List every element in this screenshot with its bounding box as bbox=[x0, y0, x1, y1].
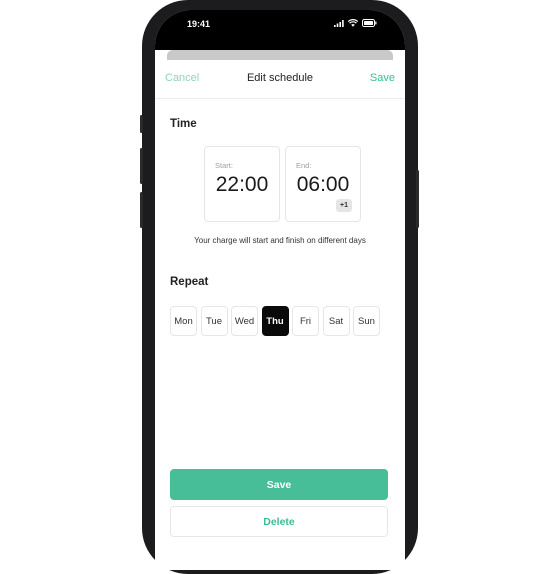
page-title: Edit schedule bbox=[246, 72, 314, 84]
day-toggle-wed[interactable]: Wed bbox=[231, 306, 258, 336]
day-toggle-sun[interactable]: Sun bbox=[353, 306, 380, 336]
background-sheet bbox=[167, 50, 393, 60]
phone-volume-up-button bbox=[140, 148, 143, 184]
start-time-picker[interactable]: Start: 22:00 bbox=[204, 146, 280, 222]
day-toggle-fri[interactable]: Fri bbox=[292, 306, 319, 336]
status-icons bbox=[334, 19, 377, 27]
repeat-section-title: Repeat bbox=[170, 276, 209, 288]
signal-icon bbox=[334, 20, 344, 27]
end-time-value: 06:00 bbox=[296, 173, 350, 196]
notch bbox=[232, 10, 328, 34]
battery-icon bbox=[362, 19, 377, 27]
end-time-label: End: bbox=[296, 161, 312, 170]
day-toggle-thu[interactable]: Thu bbox=[261, 306, 289, 336]
phone-screen: 19:41 Cancel Edit schedule Save Time Sta… bbox=[155, 10, 405, 570]
schedule-note: Your charge will start and finish on dif… bbox=[194, 236, 366, 245]
time-section-title: Time bbox=[170, 118, 197, 130]
day-selector: Mon Tue Wed Thu Fri Sat Sun bbox=[170, 306, 380, 336]
phone-side-button bbox=[140, 115, 143, 133]
phone-volume-down-button bbox=[140, 192, 143, 228]
next-day-badge: +1 bbox=[336, 199, 352, 212]
edit-schedule-sheet: Cancel Edit schedule Save Time Start: 22… bbox=[155, 60, 405, 570]
status-bar: 19:41 bbox=[155, 10, 405, 50]
status-time: 19:41 bbox=[187, 19, 211, 29]
wifi-icon bbox=[348, 19, 358, 27]
nav-save-button[interactable]: Save bbox=[370, 72, 395, 84]
start-time-label: Start: bbox=[215, 161, 233, 170]
save-button[interactable]: Save bbox=[170, 469, 388, 500]
day-toggle-tue[interactable]: Tue bbox=[200, 306, 228, 336]
end-time-picker[interactable]: End: 06:00 +1 bbox=[285, 146, 361, 222]
start-time-value: 22:00 bbox=[215, 173, 269, 196]
day-toggle-mon[interactable]: Mon bbox=[170, 306, 197, 336]
delete-button[interactable]: Delete bbox=[170, 506, 388, 537]
nav-bar: Cancel Edit schedule Save bbox=[155, 60, 405, 99]
phone-power-button bbox=[416, 170, 419, 228]
day-toggle-sat[interactable]: Sat bbox=[322, 306, 350, 336]
